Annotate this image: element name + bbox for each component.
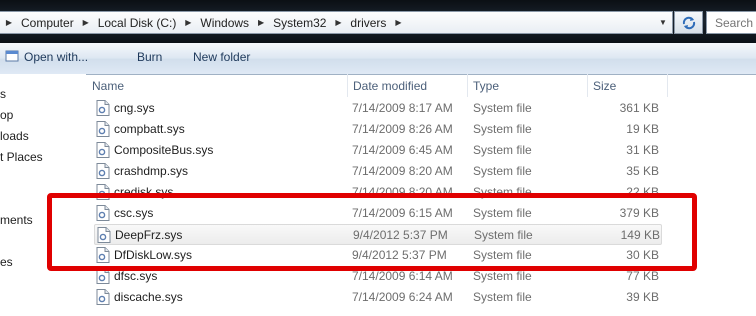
application-icon — [5, 50, 19, 62]
file-date: 7/14/2009 8:17 AM — [352, 101, 453, 115]
file-type: System file — [473, 101, 532, 115]
column-headers: Name Date modified Type Size — [86, 74, 756, 97]
column-divider[interactable] — [667, 74, 668, 97]
system-file-icon — [96, 289, 110, 305]
file-type: System file — [473, 290, 532, 304]
file-size: 39 KB — [626, 290, 659, 304]
open-with-button[interactable]: Open with... — [5, 50, 89, 64]
burn-button[interactable]: Burn — [137, 50, 162, 64]
system-file-icon — [96, 121, 110, 137]
open-with-label: Open with... — [24, 50, 89, 64]
file-row[interactable]: CompositeBus.sys 7/14/2009 6:45 AM Syste… — [94, 140, 662, 161]
system-file-icon — [96, 142, 110, 158]
file-type: System file — [473, 143, 532, 157]
crumb-local-disk[interactable]: Local Disk (C:) — [95, 16, 180, 30]
nav-item-pictures[interactable]: es — [0, 255, 13, 269]
crumb-windows[interactable]: Windows — [197, 16, 252, 30]
chevron-right-icon[interactable]: ▶ — [0, 18, 18, 27]
file-size: 35 KB — [626, 164, 659, 178]
crumb-system32[interactable]: System32 — [270, 16, 329, 30]
file-row[interactable]: compbatt.sys 7/14/2009 8:26 AM System fi… — [94, 119, 662, 140]
file-date: 7/14/2009 6:45 AM — [352, 143, 453, 157]
file-name: compbatt.sys — [114, 122, 185, 136]
file-size: 31 KB — [626, 143, 659, 157]
chevron-right-icon[interactable]: ▶ — [77, 18, 95, 27]
file-type: System file — [473, 164, 532, 178]
file-type: System file — [473, 122, 532, 136]
chevron-down-icon[interactable]: ▼ — [655, 15, 671, 31]
chevron-right-icon[interactable]: ▶ — [389, 18, 407, 27]
column-header-name[interactable]: Name — [86, 74, 347, 97]
chevron-right-icon[interactable]: ▶ — [179, 18, 197, 27]
file-date: 7/14/2009 8:26 AM — [352, 122, 453, 136]
refresh-icon — [682, 16, 695, 29]
crumb-computer[interactable]: Computer — [18, 16, 77, 30]
command-bar: Open with... Burn New folder — [0, 43, 756, 75]
column-header-size[interactable]: Size — [587, 74, 667, 97]
column-header-type[interactable]: Type — [467, 74, 587, 97]
chevron-right-icon[interactable]: ▶ — [252, 18, 270, 27]
file-row[interactable]: crashdmp.sys 7/14/2009 8:20 AM System fi… — [94, 161, 662, 182]
address-bar-strip: ▶ Computer ▶ Local Disk (C:) ▶ Windows ▶… — [0, 0, 756, 43]
crumb-drivers[interactable]: drivers — [347, 16, 389, 30]
red-highlight-box — [47, 193, 697, 271]
file-date: 7/14/2009 8:20 AM — [352, 164, 453, 178]
nav-item-recent-places[interactable]: t Places — [0, 150, 43, 164]
file-size: 19 KB — [626, 122, 659, 136]
chevron-right-icon[interactable]: ▶ — [329, 18, 347, 27]
nav-item-downloads[interactable]: loads — [0, 129, 29, 143]
file-size: 361 KB — [619, 101, 659, 115]
column-header-date[interactable]: Date modified — [347, 74, 467, 97]
breadcrumb[interactable]: ▶ Computer ▶ Local Disk (C:) ▶ Windows ▶… — [0, 11, 673, 34]
refresh-button[interactable] — [674, 11, 703, 34]
file-name: discache.sys — [114, 290, 183, 304]
system-file-icon — [96, 163, 110, 179]
file-row[interactable]: discache.sys 7/14/2009 6:24 AM System fi… — [94, 287, 662, 308]
system-file-icon — [96, 100, 110, 116]
file-row[interactable]: cng.sys 7/14/2009 8:17 AM System file 36… — [94, 98, 662, 119]
search-input[interactable] — [706, 11, 756, 34]
new-folder-button[interactable]: New folder — [193, 50, 250, 64]
nav-item-desktop[interactable]: s — [0, 87, 6, 101]
file-name: CompositeBus.sys — [114, 143, 214, 157]
nav-item-documents[interactable]: ments — [0, 213, 33, 227]
nav-item-dropbox[interactable]: op — [0, 108, 13, 122]
file-date: 7/14/2009 6:24 AM — [352, 290, 453, 304]
file-name: crashdmp.sys — [114, 164, 189, 178]
file-name: cng.sys — [114, 101, 155, 115]
